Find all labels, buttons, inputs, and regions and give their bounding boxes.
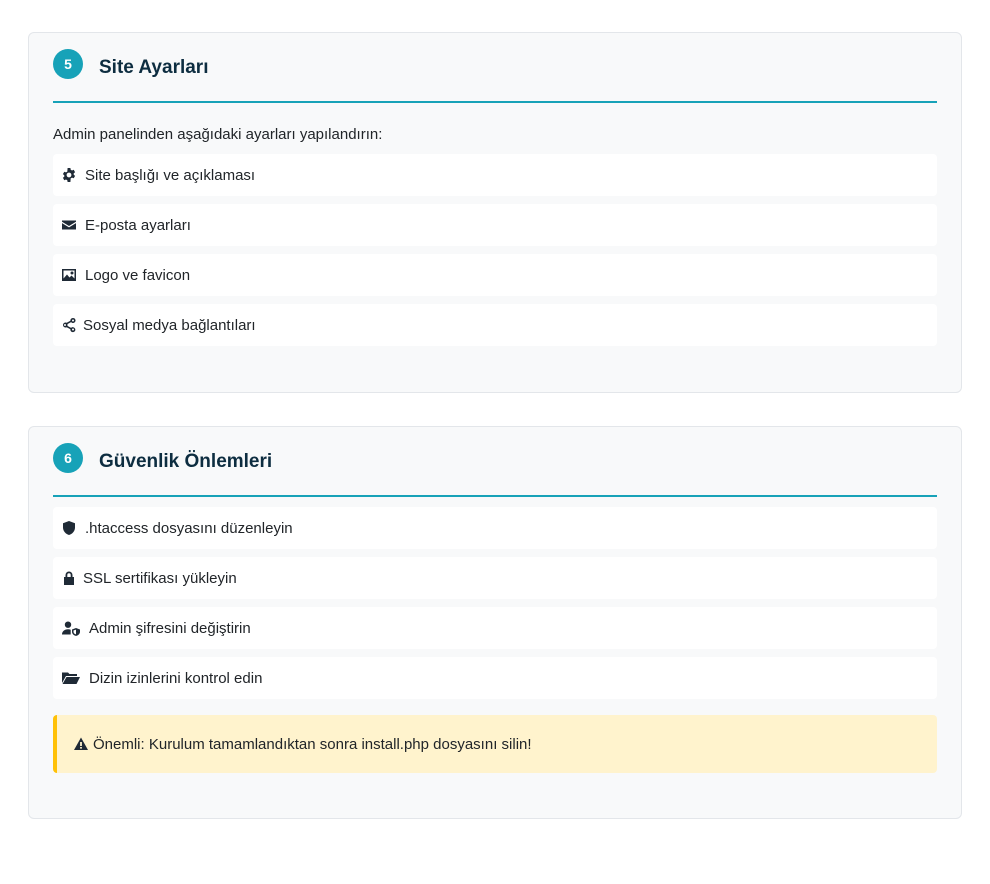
item-label: Logo ve favicon [85, 266, 191, 284]
section-title: Güvenlik Önlemleri [99, 451, 273, 472]
site-settings-header: 5 Site Ayarları [53, 33, 937, 103]
shield-icon [61, 520, 77, 536]
list-item: SSL sertifikası yükleyin [53, 557, 937, 599]
list-item: Dizin izinlerini kontrol edin [53, 657, 937, 699]
list-item: .htaccess dosyasını düzenleyin [53, 507, 937, 549]
security-list: .htaccess dosyasını düzenleyin SSL serti… [53, 507, 937, 699]
security-header: 6 Güvenlik Önlemleri [53, 427, 937, 497]
item-label: SSL sertifikası yükleyin [83, 569, 237, 587]
site-settings-list: Site başlığı ve açıklaması E-posta ayarl… [53, 154, 937, 346]
security-card: 6 Güvenlik Önlemleri .htaccess dosyasını… [28, 426, 962, 819]
item-label: Dizin izinlerini kontrol edin [89, 669, 263, 687]
gear-icon [61, 167, 77, 183]
lock-icon [61, 570, 77, 586]
list-item: Sosyal medya bağlantıları [53, 304, 937, 346]
intro-text: Admin panelinden aşağıdaki ayarları yapı… [53, 126, 383, 143]
image-icon [61, 267, 77, 283]
user-shield-icon [61, 620, 81, 636]
list-item: Site başlığı ve açıklaması [53, 154, 937, 196]
section-title: Site Ayarları [99, 57, 209, 78]
step-badge: 5 [53, 49, 83, 79]
warning-icon [73, 736, 89, 752]
item-label: .htaccess dosyasını düzenleyin [85, 519, 293, 537]
step-badge: 6 [53, 443, 83, 473]
envelope-icon [61, 217, 77, 233]
item-label: Sosyal medya bağlantıları [83, 316, 256, 334]
warning-alert: Önemli: Kurulum tamamlandıktan sonra ins… [53, 715, 937, 773]
warning-text: Önemli: Kurulum tamamlandıktan sonra ins… [93, 735, 532, 753]
share-icon [61, 317, 77, 333]
list-item: E-posta ayarları [53, 204, 937, 246]
list-item: Admin şifresini değiştirin [53, 607, 937, 649]
list-item: Logo ve favicon [53, 254, 937, 296]
site-settings-card: 5 Site Ayarları Admin panelinden aşağıda… [28, 32, 962, 393]
item-label: Site başlığı ve açıklaması [85, 166, 256, 184]
folder-open-icon [61, 670, 81, 686]
item-label: Admin şifresini değiştirin [89, 619, 251, 637]
item-label: E-posta ayarları [85, 216, 191, 234]
